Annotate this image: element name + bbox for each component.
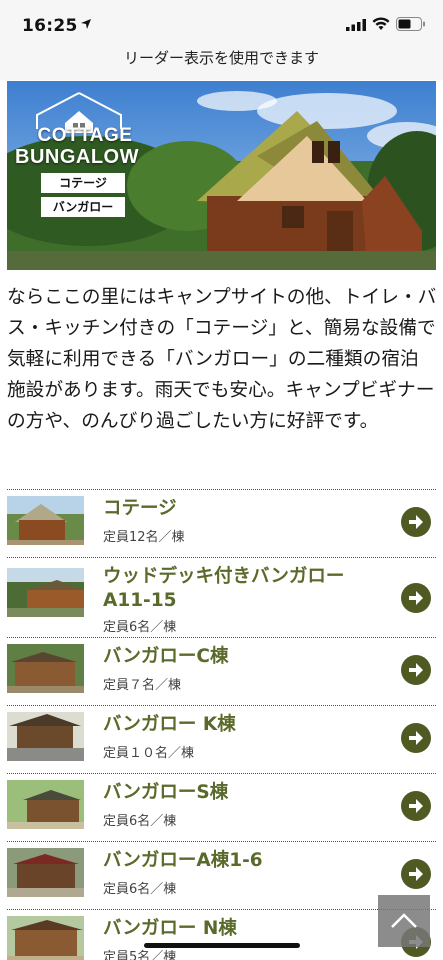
facility-capacity: 定員１０名／棟 [103,746,195,761]
facility-thumbnail [7,712,84,761]
list-item[interactable]: バンガローA棟1-6 定員6名／棟 [7,841,436,909]
hero-title-cottage: COTTAGE [37,125,133,146]
facility-title[interactable]: バンガローA棟1-6 [103,849,383,873]
hero-tag-cottage: コテージ [41,173,125,193]
hero-image: COTTAGE BUNGALOW コテージ バンガロー [7,81,436,270]
hero-title-bungalow: BUNGALOW [15,146,139,168]
arrow-right-icon[interactable] [401,583,431,613]
list-item[interactable]: バンガローC棟 定員７名／棟 [7,637,436,705]
facility-capacity: 定員5名／棟 [103,950,177,960]
facility-thumbnail [7,848,84,897]
battery-icon [396,17,425,31]
list-item[interactable]: バンガロー K棟 定員１０名／棟 [7,705,436,773]
facility-title[interactable]: バンガローS棟 [103,781,383,805]
reader-mode-banner[interactable]: リーダー表示を使用できます [0,46,443,80]
facility-title[interactable]: バンガローC棟 [103,645,383,669]
facility-thumbnail [7,644,84,693]
intro-paragraph: ならここの里にはキャンプサイトの他、トイレ・バス・キッチン付きの「コテージ」と、… [7,287,437,432]
location-arrow-icon [81,19,91,29]
facility-capacity: 定員6名／棟 [103,882,177,897]
status-time: 16:25 [22,16,78,36]
facility-thumbnail [7,780,84,829]
facility-title[interactable]: バンガロー K棟 [103,713,383,737]
scroll-to-top-button[interactable] [378,895,430,947]
arrow-right-icon[interactable] [401,859,431,889]
home-indicator[interactable] [144,943,300,948]
facility-title[interactable]: バンガロー N棟 [103,917,383,941]
arrow-right-icon[interactable] [401,723,431,753]
facility-title[interactable]: コテージ [103,497,383,521]
facility-capacity: 定員6名／棟 [103,814,177,829]
facility-capacity: 定員6名／棟 [103,620,177,635]
facility-capacity: 定員７名／棟 [103,678,182,693]
wifi-icon [372,17,390,30]
arrow-right-icon[interactable] [401,507,431,537]
facility-thumbnail [7,496,84,545]
list-item[interactable]: コテージ 定員12名／棟 [7,489,436,557]
chevron-up-icon [391,913,417,928]
hero-tag-bungalow: バンガロー [41,197,125,217]
arrow-right-icon[interactable] [401,791,431,821]
list-item[interactable]: バンガローS棟 定員6名／棟 [7,773,436,841]
list-item[interactable]: バンガロー N棟 定員5名／棟 [7,909,436,960]
facility-list: コテージ 定員12名／棟 ウッドデッキ付きバンガロー A11-15 定員6名／棟… [7,489,436,960]
status-bar: 16:25 [0,0,443,46]
arrow-right-icon[interactable] [401,655,431,685]
facility-title[interactable]: ウッドデッキ付きバンガロー A11-15 [103,565,383,613]
facility-capacity: 定員12名／棟 [103,530,185,545]
cellular-signal-icon [346,19,366,31]
list-item[interactable]: ウッドデッキ付きバンガロー A11-15 定員6名／棟 [7,557,436,637]
facility-thumbnail [7,916,84,960]
facility-thumbnail [7,568,84,617]
